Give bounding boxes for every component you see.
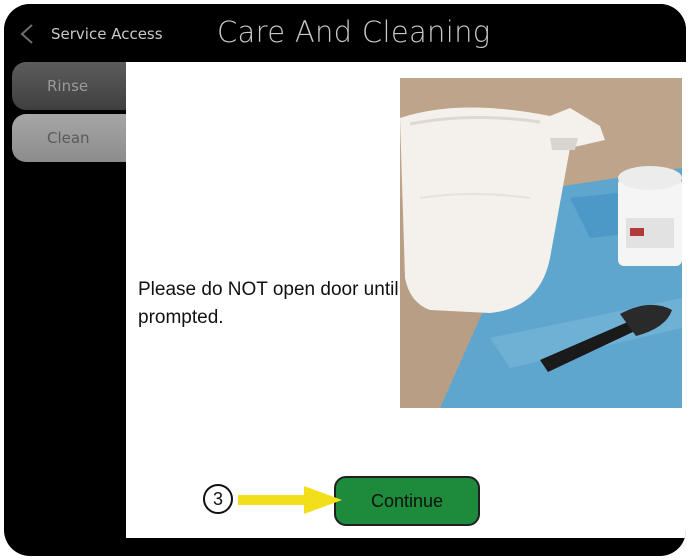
device-frame: Service Access Care And Cleaning Rinse C… [4, 4, 686, 556]
content-panel: Please do NOT open door until prompted. … [126, 62, 686, 538]
back-button[interactable]: Service Access [51, 25, 163, 43]
callout-number-badge: 3 [203, 484, 233, 514]
cleaning-supplies-image [400, 78, 682, 408]
continue-button[interactable]: Continue [334, 476, 480, 526]
top-bar: Service Access Care And Cleaning [4, 4, 686, 62]
arrow-right-icon [238, 486, 342, 514]
chevron-left-icon[interactable] [20, 24, 34, 44]
instruction-text: Please do NOT open door until prompted. [138, 279, 399, 328]
page-title: Care And Cleaning [217, 15, 491, 49]
